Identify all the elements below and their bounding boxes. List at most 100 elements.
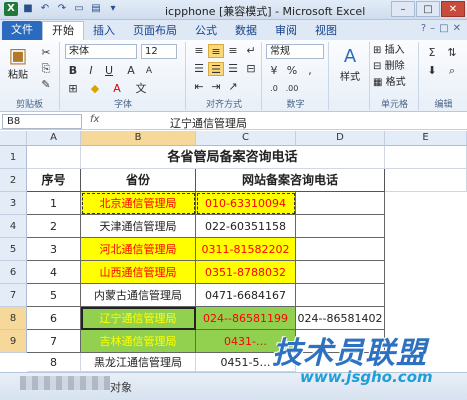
tab-insert[interactable]: 插入: [84, 22, 124, 40]
font-shrink-icon[interactable]: A: [141, 64, 157, 78]
new-icon[interactable]: ▭: [72, 2, 86, 16]
tab-review[interactable]: 审阅: [266, 22, 306, 40]
increase-decimal-icon[interactable]: .0: [266, 82, 282, 96]
undo-icon[interactable]: ↶: [38, 2, 52, 16]
row-header-9[interactable]: 9: [0, 330, 27, 353]
column-header-c[interactable]: C: [196, 131, 296, 146]
row-header-5[interactable]: 5: [0, 238, 27, 261]
column-header-d[interactable]: D: [296, 131, 385, 146]
table-row-phone[interactable]: 010-63310094: [196, 192, 296, 215]
close-workbook-icon[interactable]: ✕: [453, 23, 461, 34]
minimize-button[interactable]: –: [391, 1, 415, 17]
open-icon[interactable]: ▤: [89, 2, 103, 16]
sort-filter-icon[interactable]: ⇅: [444, 46, 460, 60]
font-name-select[interactable]: 宋体: [65, 44, 137, 59]
paste-button[interactable]: ▣ 粘贴: [4, 44, 32, 81]
italic-button[interactable]: I: [83, 64, 99, 78]
tab-data[interactable]: 数据: [226, 22, 266, 40]
table-row-name[interactable]: 天津通信管理局: [81, 215, 196, 238]
row-header-8[interactable]: 8: [0, 307, 27, 330]
table-row-extra[interactable]: [296, 192, 385, 215]
cell-a1[interactable]: [27, 146, 81, 169]
underline-button[interactable]: U: [101, 64, 117, 78]
help-icon[interactable]: ?: [421, 23, 426, 34]
number-format-select[interactable]: 常规: [266, 44, 324, 59]
fx-icon[interactable]: fx: [90, 114, 99, 125]
tab-home[interactable]: 开始: [42, 21, 84, 40]
row-header-6[interactable]: 6: [0, 261, 27, 284]
table-row-seq[interactable]: 2: [27, 215, 81, 238]
tab-formulas[interactable]: 公式: [186, 22, 226, 40]
sheet-tab[interactable]: 对象: [110, 379, 132, 395]
percent-button[interactable]: %: [284, 64, 300, 78]
row-header-2[interactable]: 2: [0, 169, 27, 192]
table-row-seq[interactable]: 8: [27, 353, 81, 372]
table-row-phone[interactable]: 0311-81582202: [196, 238, 296, 261]
align-center-icon[interactable]: ☰: [208, 62, 224, 76]
copy-icon[interactable]: ⎘: [38, 62, 54, 76]
align-top-icon[interactable]: ≡: [191, 44, 207, 58]
styles-button[interactable]: A 样式: [334, 46, 366, 83]
tab-page-layout[interactable]: 页面布局: [124, 22, 186, 40]
delete-cells-button[interactable]: ⊟ 删除: [373, 60, 405, 74]
table-row-extra[interactable]: [296, 215, 385, 238]
font-grow-icon[interactable]: A: [123, 64, 139, 78]
increase-indent-icon[interactable]: ⇥: [208, 80, 224, 94]
close-button[interactable]: ✕: [441, 1, 465, 17]
cell-e2[interactable]: [385, 169, 467, 192]
table-row-name[interactable]: 黑龙江通信管理局: [81, 353, 196, 372]
font-size-select[interactable]: 12: [141, 44, 177, 59]
table-row-phone[interactable]: 0351-8788032: [196, 261, 296, 284]
table-row-extra[interactable]: 024--86581402: [296, 307, 385, 330]
row-header-4[interactable]: 4: [0, 215, 27, 238]
align-bottom-icon[interactable]: ≡: [225, 44, 241, 58]
table-row-phone[interactable]: 022-60351158: [196, 215, 296, 238]
ribbon-minimize-icon[interactable]: –: [430, 23, 435, 34]
excel-logo-icon[interactable]: X: [4, 2, 18, 16]
column-header-b[interactable]: B: [81, 131, 196, 146]
cut-icon[interactable]: ✂: [38, 46, 54, 60]
align-middle-icon[interactable]: ≡: [208, 44, 224, 58]
row-header-3[interactable]: 3: [0, 192, 27, 215]
fill-icon[interactable]: ⬇: [424, 64, 440, 78]
borders-icon[interactable]: ⊞: [65, 82, 81, 96]
table-row-seq[interactable]: 7: [27, 330, 81, 353]
merge-center-icon[interactable]: ⊟: [243, 62, 259, 76]
table-row-seq[interactable]: 1: [27, 192, 81, 215]
redo-icon[interactable]: ↷: [55, 2, 69, 16]
table-row-seq[interactable]: 6: [27, 307, 81, 330]
tab-file[interactable]: 文件: [2, 21, 42, 40]
header-phone[interactable]: 网站备案咨询电话: [196, 169, 385, 192]
align-right-icon[interactable]: ☰: [225, 62, 241, 76]
table-row-extra[interactable]: [296, 238, 385, 261]
save-icon[interactable]: ■: [21, 2, 35, 16]
header-seq[interactable]: 序号: [27, 169, 81, 192]
currency-button[interactable]: ¥: [266, 64, 282, 78]
header-province[interactable]: 省份: [81, 169, 196, 192]
table-row-name[interactable]: 内蒙古通信管理局: [81, 284, 196, 307]
table-row-seq[interactable]: 4: [27, 261, 81, 284]
column-header-a[interactable]: A: [27, 131, 81, 146]
print-icon[interactable]: ▾: [106, 2, 120, 16]
formula-input[interactable]: 辽宁通信管理局: [170, 115, 247, 131]
maximize-button[interactable]: □: [416, 1, 440, 17]
wrap-text-icon[interactable]: ↵: [243, 44, 259, 58]
restore-icon[interactable]: □: [439, 23, 448, 34]
table-row-seq[interactable]: 3: [27, 238, 81, 261]
row-header-7[interactable]: 7: [0, 284, 27, 307]
orientation-icon[interactable]: ↗: [225, 80, 241, 94]
autosum-icon[interactable]: Σ: [424, 46, 440, 60]
table-row-extra[interactable]: [296, 261, 385, 284]
find-icon[interactable]: ⌕: [444, 64, 460, 78]
cell-e1[interactable]: [385, 146, 467, 169]
decrease-decimal-icon[interactable]: .00: [284, 82, 300, 96]
table-row-phone[interactable]: 0471-6684167: [196, 284, 296, 307]
decrease-indent-icon[interactable]: ⇤: [191, 80, 207, 94]
row-header-1[interactable]: 1: [0, 146, 27, 169]
align-left-icon[interactable]: ☰: [191, 62, 207, 76]
format-cells-button[interactable]: ▦ 格式: [373, 76, 406, 90]
font-color-icon[interactable]: A: [109, 82, 125, 96]
fill-color-icon[interactable]: ◆: [87, 82, 103, 96]
table-row-name[interactable]: 辽宁通信管理局: [81, 307, 196, 330]
table-row-name[interactable]: 河北通信管理局: [81, 238, 196, 261]
